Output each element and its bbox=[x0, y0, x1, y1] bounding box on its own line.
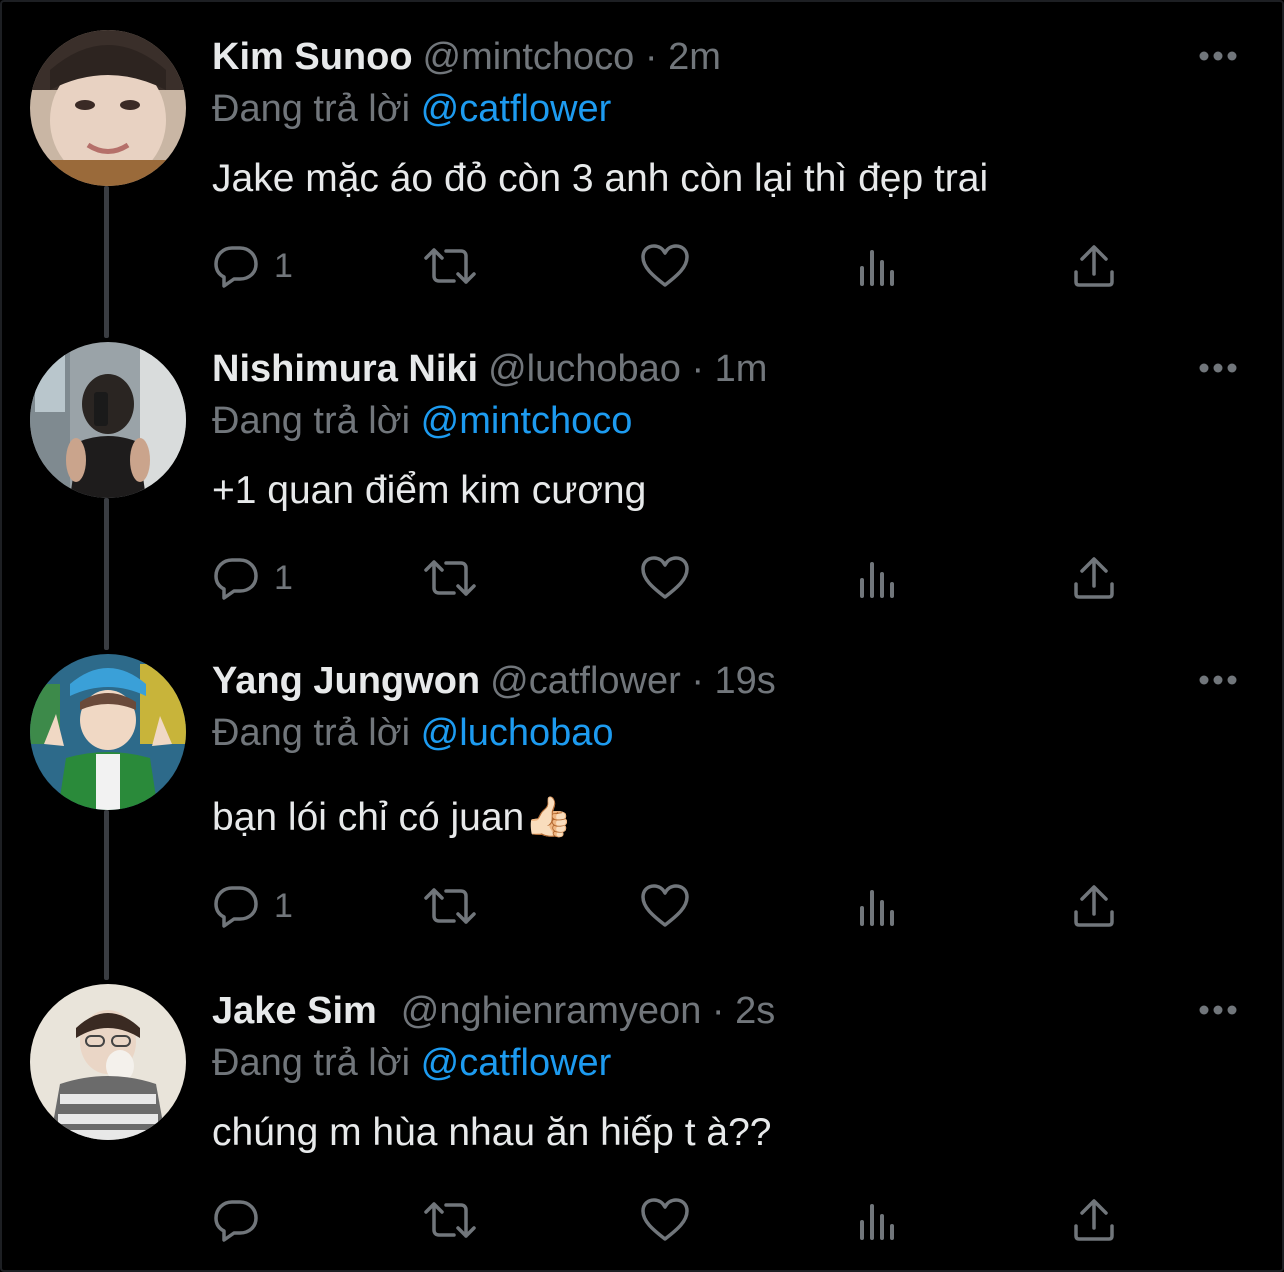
share-button[interactable] bbox=[1072, 242, 1116, 290]
display-name[interactable]: Nishimura Niki bbox=[212, 348, 478, 390]
more-options-button[interactable] bbox=[1198, 672, 1238, 688]
tweet-actions: 1 bbox=[212, 882, 1132, 930]
reply-mention-link[interactable]: @catflower bbox=[421, 1042, 612, 1084]
share-upload-icon bbox=[1074, 885, 1114, 927]
reply-count: 1 bbox=[274, 887, 293, 925]
tweet-actions bbox=[212, 1196, 1132, 1244]
retweet-button[interactable] bbox=[422, 882, 478, 930]
tweet[interactable]: Jake Sim @nghienramyeon · 2s Đang trả lời… bbox=[0, 954, 1284, 1264]
views-bar-chart-icon bbox=[860, 562, 894, 598]
views-button[interactable] bbox=[858, 1196, 902, 1244]
reply-mention-link[interactable]: @luchobao bbox=[421, 712, 614, 754]
display-name[interactable]: Yang Jungwon bbox=[212, 660, 480, 702]
reply-button[interactable] bbox=[212, 1196, 274, 1244]
tweet[interactable]: Nishimura Niki @luchobao · 1m Đang trả lờ… bbox=[0, 312, 1284, 622]
reply-mention-link[interactable]: @catflower bbox=[421, 88, 612, 130]
views-button[interactable] bbox=[858, 242, 902, 290]
tweet-text: bạn lói chỉ có juan👍🏻 bbox=[212, 796, 573, 839]
views-bar-chart-icon bbox=[860, 250, 894, 286]
replying-to-label: Đang trả lời bbox=[212, 400, 411, 442]
like-button[interactable] bbox=[640, 1196, 690, 1244]
share-upload-icon bbox=[1074, 557, 1114, 599]
tweet-text: Jake mặc áo đỏ còn 3 anh còn lại thì đẹp… bbox=[212, 157, 989, 200]
replying-to: Đang trả lời @catflower bbox=[212, 86, 611, 132]
heart-icon bbox=[641, 244, 689, 287]
heart-icon bbox=[641, 884, 689, 927]
reply-button[interactable]: 1 bbox=[212, 242, 293, 290]
more-horizontal-icon bbox=[1199, 51, 1237, 61]
tweet-actions: 1 bbox=[212, 242, 1132, 290]
retweet-button[interactable] bbox=[422, 1196, 478, 1244]
more-options-button[interactable] bbox=[1198, 360, 1238, 376]
handle-and-time[interactable]: @nghienramyeon · 2s bbox=[401, 990, 775, 1032]
retweet-button[interactable] bbox=[422, 554, 478, 602]
share-upload-icon bbox=[1074, 245, 1114, 287]
tweet-header: Kim Sunoo @mintchoco · 2m bbox=[212, 34, 721, 80]
avatar[interactable] bbox=[30, 984, 186, 1140]
tweet-text: chúng m hùa nhau ăn hiếp t à?? bbox=[212, 1111, 772, 1154]
avatar[interactable] bbox=[30, 654, 186, 810]
share-button[interactable] bbox=[1072, 882, 1116, 930]
more-horizontal-icon bbox=[1199, 363, 1237, 373]
tweet-actions: 1 bbox=[212, 554, 1132, 602]
heart-icon bbox=[641, 556, 689, 599]
share-button[interactable] bbox=[1072, 1196, 1116, 1244]
handle-and-time[interactable]: @luchobao · 1m bbox=[488, 348, 767, 390]
more-horizontal-icon bbox=[1199, 675, 1237, 685]
retweet-icon bbox=[424, 1202, 476, 1238]
share-upload-icon bbox=[1074, 1199, 1114, 1241]
tweet-header: Nishimura Niki @luchobao · 1m bbox=[212, 346, 767, 392]
views-bar-chart-icon bbox=[860, 890, 894, 926]
tweet-header: Jake Sim @nghienramyeon · 2s bbox=[212, 988, 775, 1034]
reply-bubble-icon bbox=[214, 886, 258, 928]
retweet-icon bbox=[424, 248, 476, 284]
reply-count: 1 bbox=[274, 247, 293, 285]
replying-to: Đang trả lời @catflower bbox=[212, 1040, 611, 1086]
display-name[interactable]: Jake Sim bbox=[212, 990, 377, 1032]
display-name[interactable]: Kim Sunoo bbox=[212, 36, 413, 78]
more-options-button[interactable] bbox=[1198, 1002, 1238, 1018]
retweet-icon bbox=[424, 888, 476, 924]
reply-bubble-icon bbox=[214, 558, 258, 600]
replying-to-label: Đang trả lời bbox=[212, 1042, 411, 1084]
reply-bubble-icon bbox=[214, 246, 258, 288]
reply-count: 1 bbox=[274, 559, 293, 597]
heart-icon bbox=[641, 1198, 689, 1241]
tweet[interactable]: Yang Jungwon @catflower · 19s Đang trả lờ… bbox=[0, 624, 1284, 934]
views-bar-chart-icon bbox=[860, 1204, 894, 1240]
like-button[interactable] bbox=[640, 882, 690, 930]
views-button[interactable] bbox=[858, 554, 902, 602]
tweet-header: Yang Jungwon @catflower · 19s bbox=[212, 658, 776, 704]
reply-mention-link[interactable]: @mintchoco bbox=[421, 400, 633, 442]
reply-button[interactable]: 1 bbox=[212, 554, 293, 602]
tweet[interactable]: Kim Sunoo @mintchoco · 2m Đang trả lời @c… bbox=[0, 0, 1284, 310]
more-horizontal-icon bbox=[1199, 1005, 1237, 1015]
like-button[interactable] bbox=[640, 554, 690, 602]
more-options-button[interactable] bbox=[1198, 48, 1238, 64]
views-button[interactable] bbox=[858, 882, 902, 930]
replying-to: Đang trả lời @mintchoco bbox=[212, 398, 632, 444]
retweet-icon bbox=[424, 560, 476, 596]
avatar[interactable] bbox=[30, 342, 186, 498]
reply-bubble-icon bbox=[214, 1200, 258, 1242]
tweet-text: +1 quan điểm kim cương bbox=[212, 469, 647, 512]
handle-and-time[interactable]: @mintchoco · 2m bbox=[423, 36, 721, 78]
handle-and-time[interactable]: @catflower · 19s bbox=[490, 660, 776, 702]
replying-to-label: Đang trả lời bbox=[212, 712, 411, 754]
avatar[interactable] bbox=[30, 30, 186, 186]
retweet-button[interactable] bbox=[422, 242, 478, 290]
replying-to: Đang trả lời @luchobao bbox=[212, 710, 614, 756]
share-button[interactable] bbox=[1072, 554, 1116, 602]
reply-button[interactable]: 1 bbox=[212, 882, 293, 930]
like-button[interactable] bbox=[640, 242, 690, 290]
replying-to-label: Đang trả lời bbox=[212, 88, 411, 130]
